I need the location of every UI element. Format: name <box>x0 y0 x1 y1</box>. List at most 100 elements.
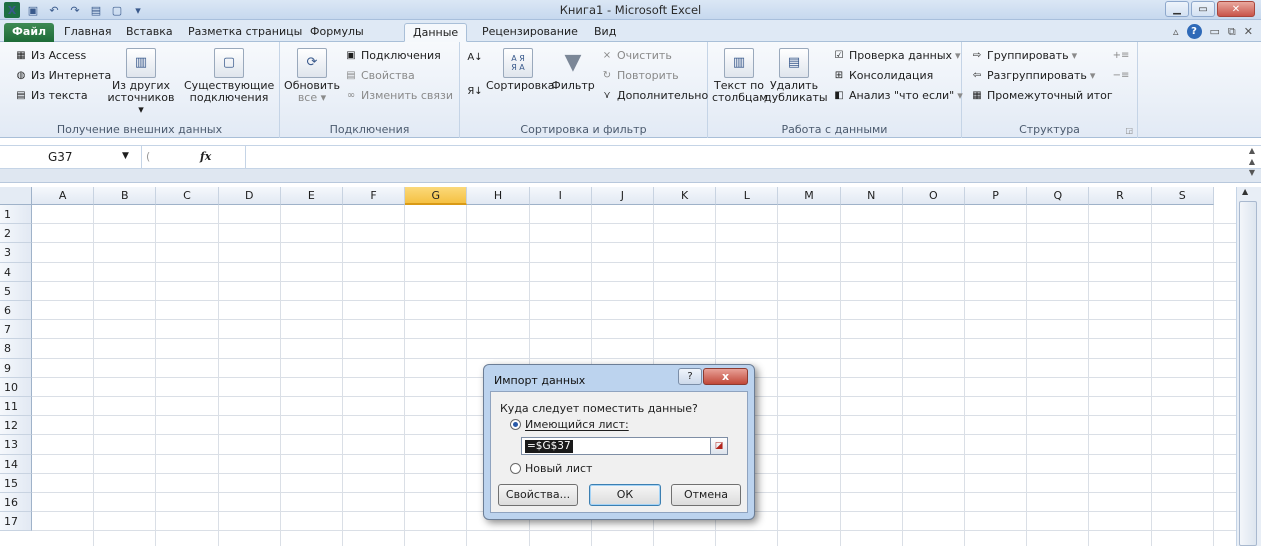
row-header-4[interactable]: 4 <box>0 262 32 282</box>
select-all-corner[interactable] <box>0 187 32 205</box>
column-header-i[interactable]: I <box>529 187 592 205</box>
tab-home[interactable]: Главная <box>56 23 120 42</box>
column-header-e[interactable]: E <box>280 187 343 205</box>
row-header-8[interactable]: 8 <box>0 339 32 359</box>
tab-page-layout[interactable]: Разметка страницы <box>180 23 310 42</box>
outline-dialog-launcher-icon[interactable]: ◲ <box>1125 126 1133 135</box>
properties-button[interactable]: ▤ Свойства <box>344 68 414 82</box>
column-header-r[interactable]: R <box>1089 187 1152 205</box>
row-header-7[interactable]: 7 <box>0 320 32 340</box>
workbook-close-icon[interactable]: ✕ <box>1244 25 1253 38</box>
new-sheet-radio[interactable]: Новый лист <box>510 462 592 475</box>
cancel-edit-icon[interactable]: ( <box>146 150 150 163</box>
workbook-minimize-icon[interactable]: ▭ <box>1210 25 1220 38</box>
column-header-n[interactable]: N <box>840 187 903 205</box>
hide-detail-button[interactable]: −≡ <box>1113 68 1130 82</box>
tab-file[interactable]: Файл <box>4 23 55 42</box>
group-button[interactable]: ⇨ Группировать ▾ <box>970 48 1077 62</box>
tab-data[interactable]: Данные <box>404 23 468 42</box>
sort-za-button[interactable]: Я↓ <box>467 84 482 98</box>
existing-connections-button[interactable]: ▢ Существующие подключения <box>184 48 274 104</box>
existing-connections-icon: ▢ <box>214 48 244 78</box>
sort-az-button[interactable]: A↓ <box>467 50 482 64</box>
text-to-columns-button[interactable]: ▥ Текст по столбцам <box>712 48 768 104</box>
edit-links-button[interactable]: ∞ Изменить связи <box>344 88 453 102</box>
row-header-5[interactable]: 5 <box>0 281 32 301</box>
advanced-filter-button[interactable]: ⋎ Дополнительно <box>600 88 708 102</box>
from-text-button[interactable]: ▤ Из текста <box>14 88 87 102</box>
subtotal-button[interactable]: ▦ Промежуточный итог <box>970 88 1112 102</box>
row-header-3[interactable]: 3 <box>0 243 32 263</box>
row-header-12[interactable]: 12 <box>0 416 32 436</box>
row-header-10[interactable]: 10 <box>0 377 32 397</box>
column-header-s[interactable]: S <box>1151 187 1214 205</box>
reapply-button[interactable]: ↻ Повторить <box>600 68 679 82</box>
ungroup-button[interactable]: ⇦ Разгруппировать ▾ <box>970 68 1096 82</box>
row-header-16[interactable]: 16 <box>0 493 32 513</box>
row-header-13[interactable]: 13 <box>0 435 32 455</box>
row-header-2[interactable]: 2 <box>0 224 32 244</box>
remove-duplicates-button[interactable]: ▤ Удалить дубликаты <box>764 48 828 104</box>
close-window-button[interactable]: ✕ <box>1217 1 1255 17</box>
column-header-d[interactable]: D <box>218 187 281 205</box>
row-header-17[interactable]: 17 <box>0 512 32 532</box>
scroll-up-icon[interactable]: ▲ <box>1242 187 1248 196</box>
clear-filter-button[interactable]: ⨯ Очистить <box>600 48 672 62</box>
consolidate-button[interactable]: ⊞ Консолидация <box>832 68 934 82</box>
row-header-9[interactable]: 9 <box>0 358 32 378</box>
column-header-g[interactable]: G <box>405 187 468 205</box>
vertical-scrollbar[interactable]: ▲ <box>1236 187 1261 546</box>
name-box-dropdown-icon[interactable]: ▼ <box>122 151 129 161</box>
ok-button[interactable]: ОК <box>589 484 661 506</box>
name-box[interactable]: G37 <box>0 146 142 169</box>
tab-insert[interactable]: Вставка <box>118 23 181 42</box>
collapse-dialog-icon[interactable]: ◪ <box>710 437 728 455</box>
properties-dialog-button[interactable]: Свойства... <box>498 484 578 506</box>
column-header-f[interactable]: F <box>343 187 406 205</box>
dialog-help-button[interactable]: ? <box>678 368 702 385</box>
existing-sheet-radio[interactable]: Имеющийся лист: <box>510 418 629 431</box>
minimize-ribbon-icon[interactable]: ▵ <box>1173 25 1179 38</box>
what-if-button[interactable]: ◧ Анализ "что если" ▾ <box>832 88 963 102</box>
column-header-q[interactable]: Q <box>1027 187 1090 205</box>
maximize-button[interactable]: ▭ <box>1191 1 1215 17</box>
dialog-close-button[interactable]: x <box>703 368 748 385</box>
row-header-14[interactable]: 14 <box>0 454 32 474</box>
tab-review[interactable]: Рецензирование <box>474 23 586 42</box>
column-header-p[interactable]: P <box>965 187 1028 205</box>
formula-bar-scroll[interactable]: ▲ ▲ ▼ <box>1245 145 1259 181</box>
column-header-b[interactable]: B <box>94 187 157 205</box>
workbook-restore-icon[interactable]: ⧉ <box>1228 25 1236 39</box>
row-header-1[interactable]: 1 <box>0 205 32 225</box>
column-header-k[interactable]: K <box>654 187 717 205</box>
row-header-6[interactable]: 6 <box>0 301 32 321</box>
scroll-thumb[interactable] <box>1239 201 1257 546</box>
minimize-button[interactable]: ▁ <box>1165 1 1189 17</box>
tab-view[interactable]: Вид <box>586 23 624 42</box>
help-icon[interactable]: ? <box>1186 24 1202 39</box>
cancel-button[interactable]: Отмена <box>671 484 741 506</box>
tab-formulas[interactable]: Формулы <box>302 23 372 42</box>
column-header-m[interactable]: M <box>778 187 841 205</box>
column-header-c[interactable]: C <box>156 187 219 205</box>
insert-function-icon[interactable]: fx <box>200 150 211 163</box>
row-header-15[interactable]: 15 <box>0 473 32 493</box>
sort-button[interactable]: А ЯЯ А Сортировка <box>486 48 555 92</box>
from-web-button[interactable]: ◍ Из Интернета <box>14 68 112 82</box>
column-header-l[interactable]: L <box>716 187 779 205</box>
row-header-11[interactable]: 11 <box>0 397 32 417</box>
data-validation-button[interactable]: ☑ Проверка данных ▾ <box>832 48 961 62</box>
connections-button[interactable]: ▣ Подключения <box>344 48 441 62</box>
filter-button[interactable]: ▼ Фильтр <box>550 48 596 92</box>
column-header-j[interactable]: J <box>591 187 654 205</box>
from-access-button[interactable]: ▦ Из Access <box>14 48 86 62</box>
column-header-a[interactable]: A <box>32 187 95 205</box>
formula-input[interactable] <box>246 146 1241 169</box>
refresh-all-button[interactable]: ⟳ Обновить все ▾ <box>284 48 340 104</box>
show-detail-button[interactable]: +≡ <box>1113 48 1130 62</box>
other-sources-button[interactable]: ▥ Из других источников ▾ <box>106 48 176 116</box>
column-header-h[interactable]: H <box>467 187 530 205</box>
column-header-o[interactable]: O <box>902 187 965 205</box>
other-sources-icon: ▥ <box>126 48 156 78</box>
reference-input[interactable]: =$G$37 <box>521 437 725 455</box>
